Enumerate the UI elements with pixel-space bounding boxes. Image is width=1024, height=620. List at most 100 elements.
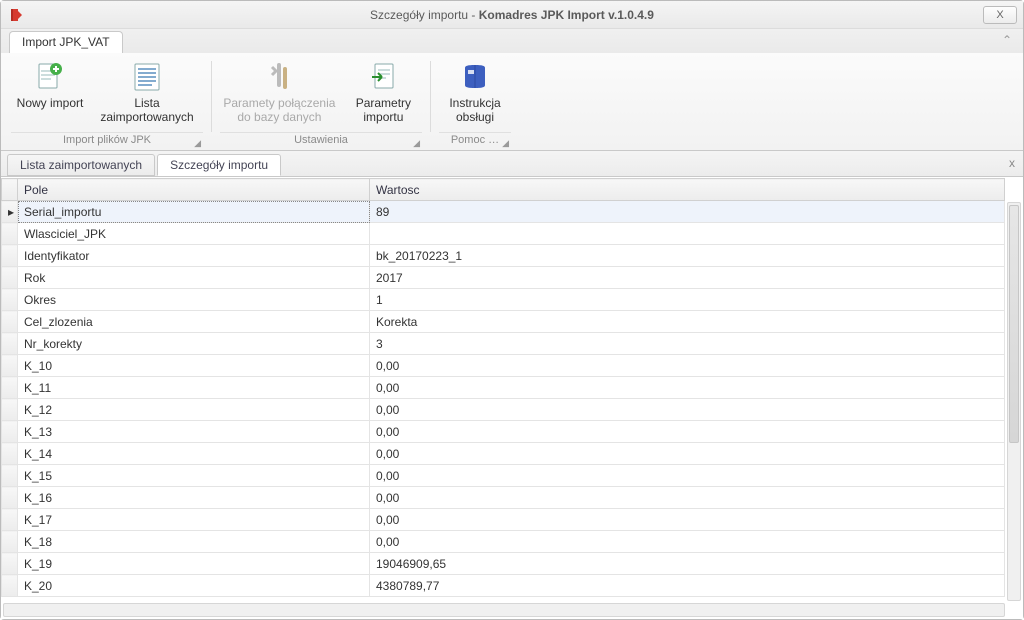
ribbon: Nowy import Lista zaimportowanych Import…	[1, 53, 1023, 151]
group-launcher-icon[interactable]: ◢	[413, 138, 420, 149]
cell-field[interactable]: K_10	[18, 355, 370, 377]
cell-field[interactable]: K_20	[18, 575, 370, 597]
manual-label: Instrukcja obsługi	[449, 97, 500, 125]
scrollbar-thumb[interactable]	[1009, 205, 1019, 443]
cell-field[interactable]: K_11	[18, 377, 370, 399]
row-indicator: ▸	[2, 201, 18, 223]
cell-field[interactable]: Okres	[18, 289, 370, 311]
ribbon-tab-import-jpk-vat[interactable]: Import JPK_VAT	[9, 31, 123, 53]
row-indicator	[2, 531, 18, 553]
row-indicator	[2, 377, 18, 399]
table-row[interactable]: Okres1	[2, 289, 1005, 311]
ribbon-group-help-caption: Pomoc … ◢	[439, 132, 511, 150]
table-row[interactable]: K_110,00	[2, 377, 1005, 399]
table-row[interactable]: Wlasciciel_JPK	[2, 223, 1005, 245]
import-params-icon	[367, 61, 399, 93]
cell-value[interactable]: Korekta	[370, 311, 1005, 333]
table-row[interactable]: Identyfikatorbk_20170223_1	[2, 245, 1005, 267]
cell-field[interactable]: K_16	[18, 487, 370, 509]
cell-value[interactable]: bk_20170223_1	[370, 245, 1005, 267]
table-row[interactable]: K_180,00	[2, 531, 1005, 553]
row-indicator-header	[2, 179, 18, 201]
ribbon-tabstrip: Import JPK_VAT ⌃	[1, 29, 1023, 53]
row-indicator	[2, 553, 18, 575]
table-row[interactable]: ▸Serial_importu89	[2, 201, 1005, 223]
titlebar: Szczegóły importu - Komadres JPK Import …	[1, 1, 1023, 29]
table-row[interactable]: K_100,00	[2, 355, 1005, 377]
cell-value[interactable]: 0,00	[370, 531, 1005, 553]
group-launcher-icon[interactable]: ◢	[502, 138, 509, 149]
tab-close-button[interactable]: x	[1009, 156, 1015, 170]
row-indicator	[2, 223, 18, 245]
db-connection-params-label: Paramety połączenia do bazy danych	[223, 97, 335, 125]
cell-field[interactable]: K_12	[18, 399, 370, 421]
cell-value[interactable]: 3	[370, 333, 1005, 355]
ribbon-collapse-button[interactable]: ⌃	[999, 33, 1015, 47]
table-row[interactable]: K_170,00	[2, 509, 1005, 531]
import-params-button[interactable]: Parametry importu	[345, 57, 422, 129]
table-row[interactable]: K_140,00	[2, 443, 1005, 465]
row-indicator	[2, 289, 18, 311]
cell-field[interactable]: K_13	[18, 421, 370, 443]
cell-value[interactable]: 0,00	[370, 465, 1005, 487]
column-header-value[interactable]: Wartosc	[370, 179, 1005, 201]
cell-field[interactable]: Cel_zlozenia	[18, 311, 370, 333]
table-row[interactable]: K_1919046909,65	[2, 553, 1005, 575]
cell-value[interactable]: 0,00	[370, 509, 1005, 531]
window-title: Szczegóły importu - Komadres JPK Import …	[1, 8, 1023, 22]
table-row[interactable]: K_160,00	[2, 487, 1005, 509]
table-row[interactable]: K_130,00	[2, 421, 1005, 443]
cell-value[interactable]: 19046909,65	[370, 553, 1005, 575]
list-imported-label: Lista zaimportowanych	[100, 97, 193, 125]
cell-value[interactable]: 4380789,77	[370, 575, 1005, 597]
cell-value[interactable]: 0,00	[370, 487, 1005, 509]
table-row[interactable]: Cel_zlozeniaKorekta	[2, 311, 1005, 333]
cell-value[interactable]: 0,00	[370, 421, 1005, 443]
new-import-button[interactable]: Nowy import	[11, 57, 89, 115]
table-row[interactable]: Nr_korekty3	[2, 333, 1005, 355]
cell-value[interactable]: 89	[370, 201, 1005, 223]
manual-button[interactable]: Instrukcja obsługi	[439, 57, 511, 129]
cell-field[interactable]: Serial_importu	[18, 201, 370, 223]
vertical-scrollbar[interactable]	[1007, 202, 1021, 601]
cell-value[interactable]: 1	[370, 289, 1005, 311]
cell-field[interactable]: K_18	[18, 531, 370, 553]
new-import-label: Nowy import	[17, 97, 84, 111]
cell-value[interactable]: 0,00	[370, 355, 1005, 377]
row-indicator	[2, 245, 18, 267]
tab-list-imported[interactable]: Lista zaimportowanych	[7, 154, 155, 176]
row-indicator	[2, 443, 18, 465]
ribbon-group-settings-caption: Ustawienia ◢	[220, 132, 422, 150]
column-header-field[interactable]: Pole	[18, 179, 370, 201]
cell-field[interactable]: Identyfikator	[18, 245, 370, 267]
cell-field[interactable]: Nr_korekty	[18, 333, 370, 355]
cell-value[interactable]: 0,00	[370, 443, 1005, 465]
cell-value[interactable]: 0,00	[370, 377, 1005, 399]
group-launcher-icon[interactable]: ◢	[194, 138, 201, 149]
cell-field[interactable]: Wlasciciel_JPK	[18, 223, 370, 245]
details-table[interactable]: Pole Wartosc ▸Serial_importu89Wlasciciel…	[1, 178, 1005, 597]
ribbon-group-settings: Paramety połączenia do bazy danych Param…	[216, 57, 426, 150]
table-row[interactable]: Rok2017	[2, 267, 1005, 289]
cell-field[interactable]: Rok	[18, 267, 370, 289]
table-row[interactable]: K_204380789,77	[2, 575, 1005, 597]
row-indicator	[2, 509, 18, 531]
table-row[interactable]: K_150,00	[2, 465, 1005, 487]
cell-field[interactable]: K_15	[18, 465, 370, 487]
cell-field[interactable]: K_17	[18, 509, 370, 531]
cell-field[interactable]: K_14	[18, 443, 370, 465]
row-indicator	[2, 487, 18, 509]
horizontal-scrollbar[interactable]	[3, 603, 1005, 617]
table-row[interactable]: K_120,00	[2, 399, 1005, 421]
cell-value[interactable]: 2017	[370, 267, 1005, 289]
close-icon: X	[996, 9, 1003, 21]
cell-value[interactable]: 0,00	[370, 399, 1005, 421]
row-indicator	[2, 465, 18, 487]
list-icon	[131, 61, 163, 93]
cell-value[interactable]	[370, 223, 1005, 245]
cell-field[interactable]: K_19	[18, 553, 370, 575]
tab-import-details[interactable]: Szczegóły importu	[157, 154, 281, 176]
window-close-button[interactable]: X	[983, 6, 1017, 24]
row-indicator	[2, 311, 18, 333]
list-imported-button[interactable]: Lista zaimportowanych	[95, 57, 199, 129]
